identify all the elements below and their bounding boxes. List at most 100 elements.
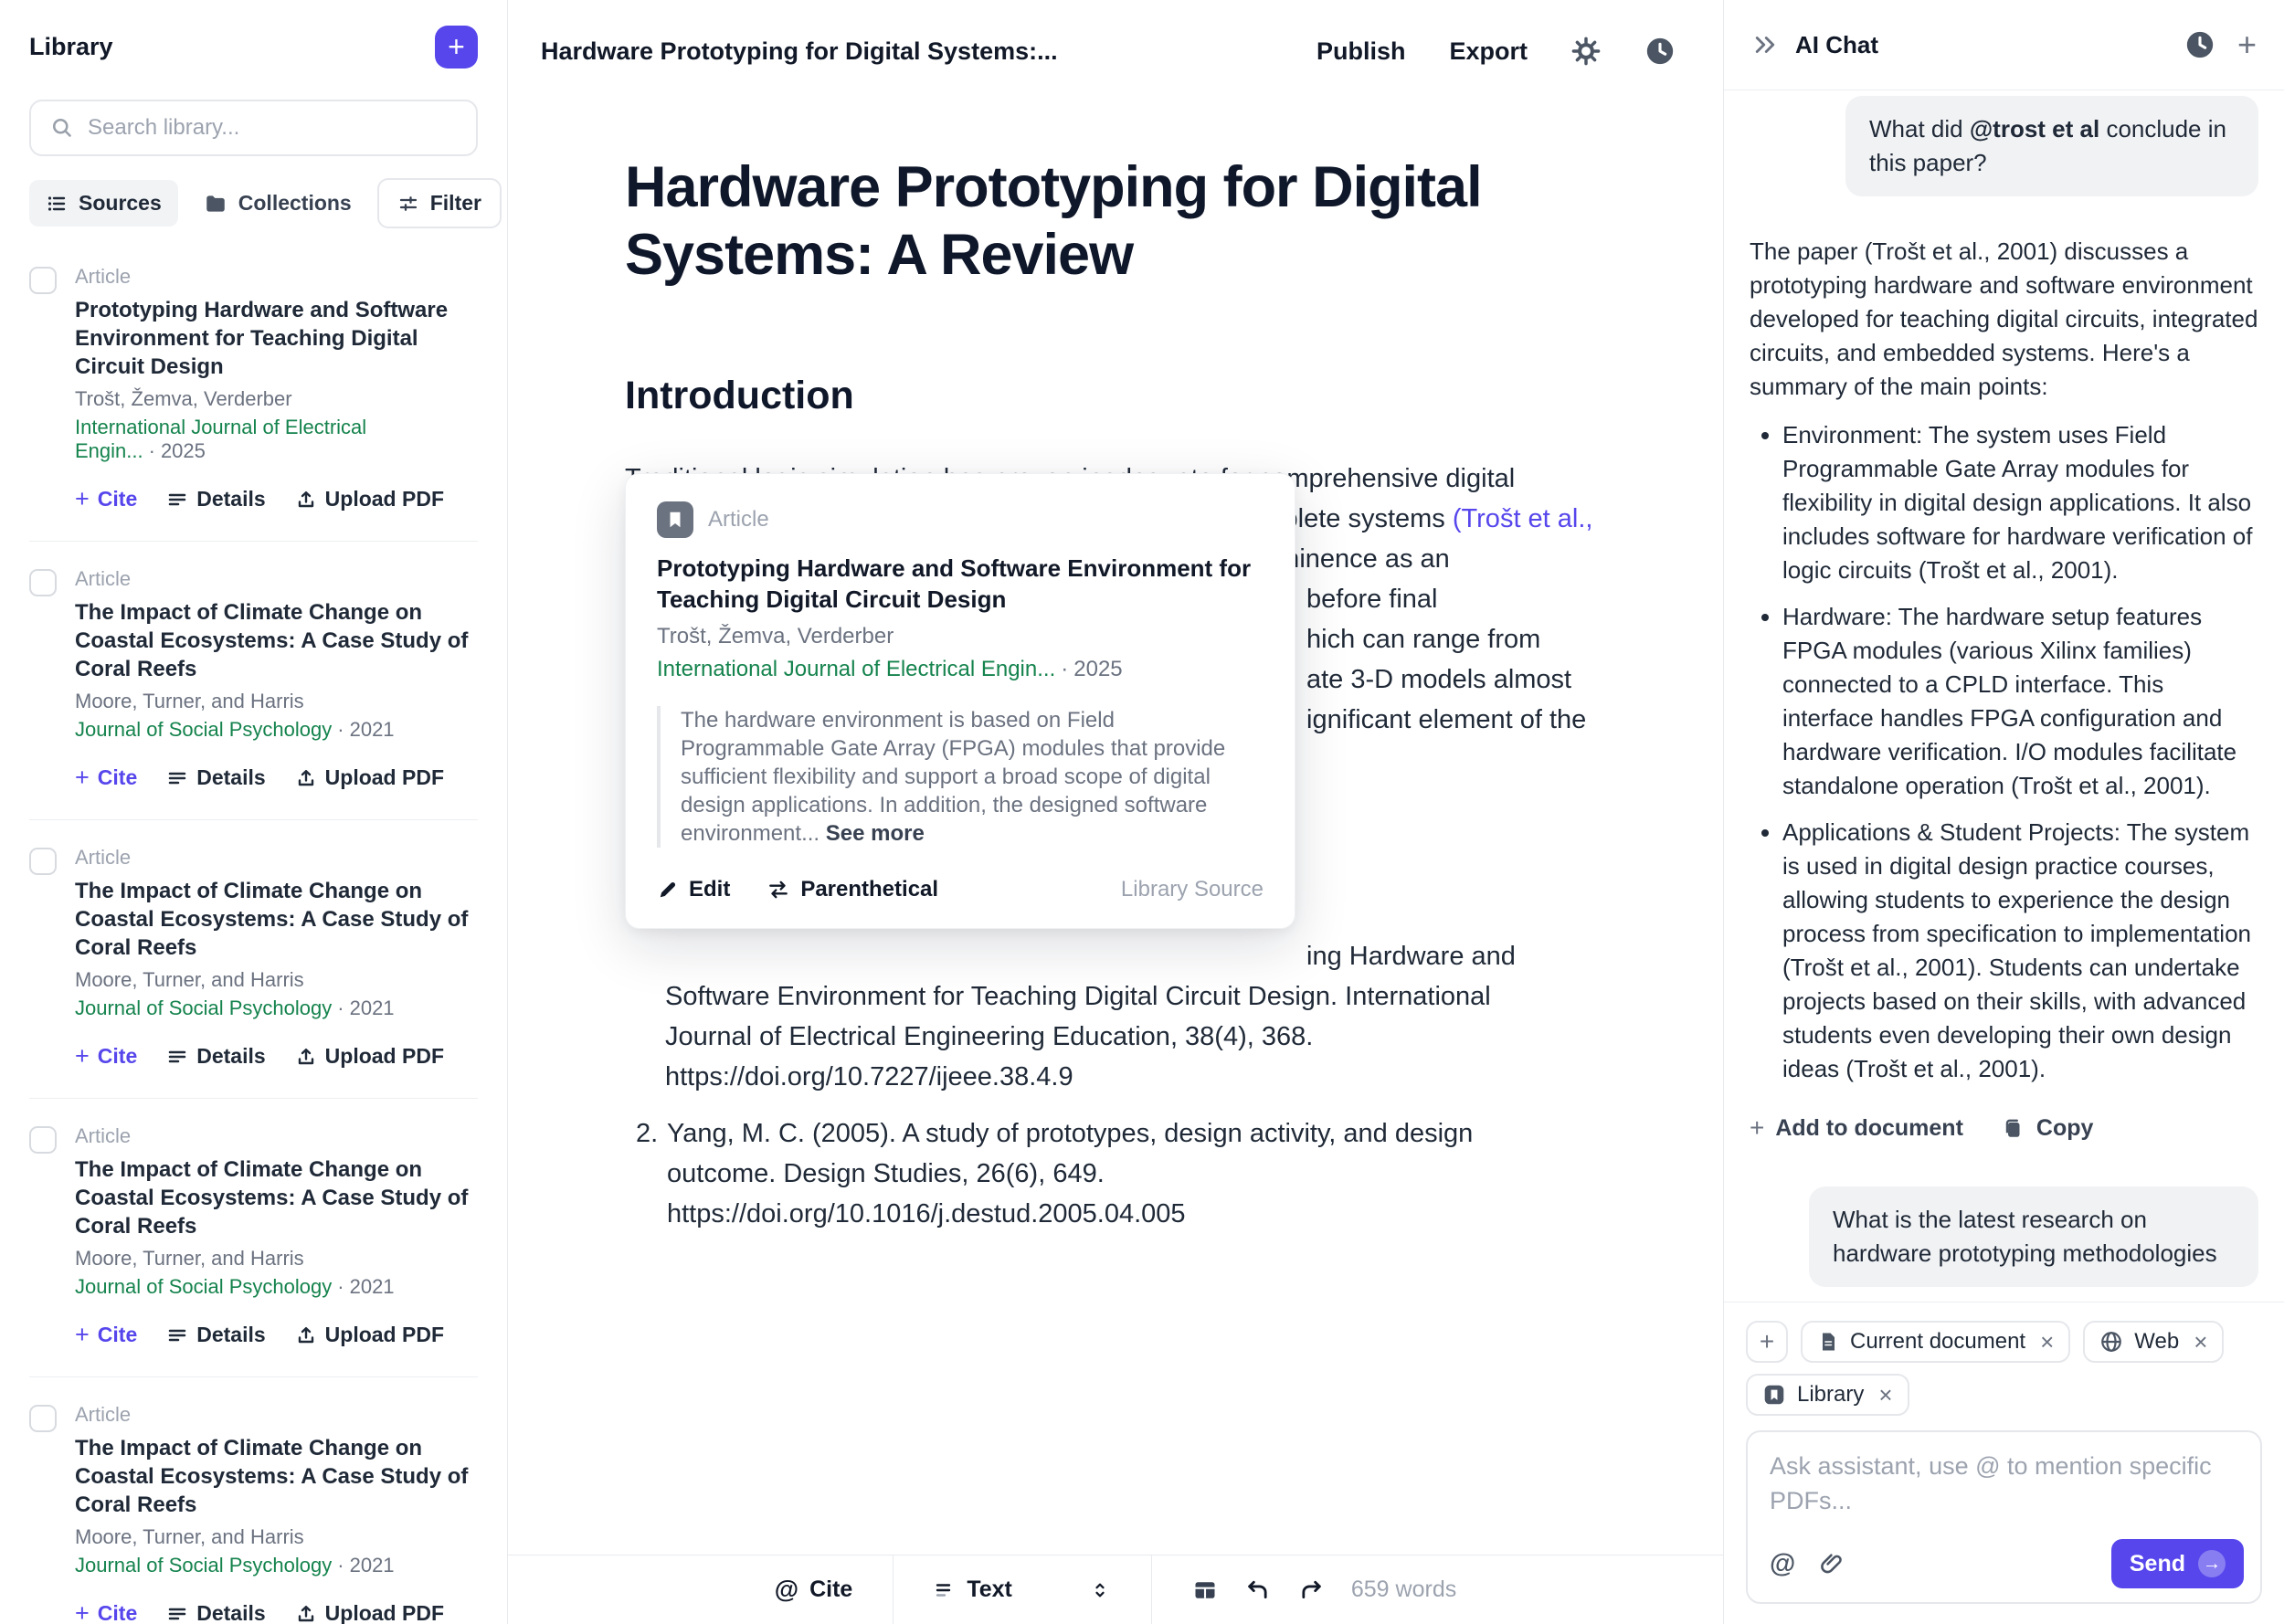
add-source-button[interactable]: + xyxy=(435,26,478,69)
text-style-dropdown[interactable]: Text xyxy=(934,1577,1111,1603)
source-authors: Moore, Turner, and Harris xyxy=(75,690,478,713)
gear-icon[interactable] xyxy=(1571,37,1601,66)
close-icon[interactable]: × xyxy=(1878,1381,1892,1409)
context-chip-library[interactable]: Library × xyxy=(1746,1374,1909,1416)
bookmark-icon xyxy=(1762,1383,1786,1407)
reference-2[interactable]: 2. Yang, M. C. (2005). A study of protot… xyxy=(636,1113,1595,1234)
upload-pdf-button[interactable]: Upload PDF xyxy=(295,765,444,790)
add-to-document-button[interactable]: + Add to document xyxy=(1750,1113,1963,1143)
search-input[interactable] xyxy=(88,115,458,141)
chat-input-box[interactable]: @ Send → xyxy=(1746,1430,2262,1604)
source-type-label: Article xyxy=(75,567,478,591)
details-icon xyxy=(166,1046,188,1068)
source-year: 2021 xyxy=(350,718,395,741)
source-type-label: Article xyxy=(75,846,478,870)
copy-icon xyxy=(2002,1116,2025,1140)
history-clock-icon[interactable] xyxy=(1644,36,1676,67)
details-button[interactable]: Details xyxy=(166,1601,265,1624)
user-message: What is the latest research on hardware … xyxy=(1809,1186,2258,1287)
source-journal[interactable]: Journal of Social Psychology xyxy=(75,997,332,1019)
context-chip-current-document[interactable]: Current document × xyxy=(1801,1321,2070,1363)
table-icon[interactable] xyxy=(1192,1577,1218,1603)
copy-button[interactable]: Copy xyxy=(2002,1115,2094,1142)
popup-abstract-quote: The hardware environment is based on Fie… xyxy=(657,706,1264,848)
tab-collections-label: Collections xyxy=(238,191,352,216)
source-year: 2021 xyxy=(350,1275,395,1298)
cite-button[interactable]: +Cite xyxy=(75,1042,137,1070)
parenthetical-toggle-button[interactable]: Parenthetical xyxy=(767,877,938,902)
source-checkbox[interactable] xyxy=(29,1405,57,1432)
details-button[interactable]: Details xyxy=(166,1323,265,1347)
upload-icon xyxy=(295,767,317,789)
source-journal[interactable]: International Journal of Electrical Engi… xyxy=(75,416,366,462)
source-checkbox[interactable] xyxy=(29,267,57,294)
list-icon xyxy=(46,193,68,215)
upload-pdf-button[interactable]: Upload PDF xyxy=(295,1044,444,1069)
filter-button[interactable]: Filter xyxy=(377,178,502,228)
dot-separator: · xyxy=(337,997,344,1019)
cite-button[interactable]: +Cite xyxy=(75,1321,137,1349)
context-chip-web[interactable]: Web × xyxy=(2083,1321,2224,1363)
details-icon xyxy=(166,489,188,511)
details-button[interactable]: Details xyxy=(166,1044,265,1069)
new-chat-button[interactable]: + xyxy=(2237,28,2257,61)
source-journal[interactable]: Journal of Social Psychology xyxy=(75,718,332,741)
source-title[interactable]: The Impact of Climate Change on Coastal … xyxy=(75,1155,478,1240)
source-checkbox[interactable] xyxy=(29,848,57,875)
tab-sources[interactable]: Sources xyxy=(29,180,178,227)
source-checkbox[interactable] xyxy=(29,569,57,596)
popup-journal[interactable]: International Journal of Electrical Engi… xyxy=(657,657,1055,681)
collapse-chevrons-icon[interactable] xyxy=(1751,31,1779,58)
section-heading[interactable]: Introduction xyxy=(625,373,1595,418)
details-button[interactable]: Details xyxy=(166,487,265,511)
source-title[interactable]: The Impact of Climate Change on Coastal … xyxy=(75,598,478,683)
ai-chat-panel: AI Chat + What did @trost et al conclude… xyxy=(1723,0,2284,1624)
plus-icon: + xyxy=(75,1599,90,1624)
source-title[interactable]: Prototyping Hardware and Software Enviro… xyxy=(75,296,478,381)
details-button[interactable]: Details xyxy=(166,765,265,790)
cite-button[interactable]: +Cite xyxy=(75,764,137,792)
bookmark-badge-icon xyxy=(657,501,693,538)
see-more-link[interactable]: See more xyxy=(826,821,925,846)
mention[interactable]: @trost et al xyxy=(1970,115,2099,142)
upload-pdf-button[interactable]: Upload PDF xyxy=(295,487,444,511)
mention-at-icon[interactable]: @ xyxy=(1770,1549,1795,1579)
upload-pdf-button[interactable]: Upload PDF xyxy=(295,1323,444,1347)
details-label: Details xyxy=(196,1601,265,1624)
tab-collections[interactable]: Collections xyxy=(204,191,352,216)
source-year: 2021 xyxy=(350,997,395,1019)
library-search[interactable] xyxy=(29,100,478,156)
send-button[interactable]: Send → xyxy=(2111,1539,2244,1588)
assistant-bullet: Environment: The system uses Field Progr… xyxy=(1782,418,2258,587)
reference-1-text[interactable]: Software Environment for Teaching Digita… xyxy=(665,976,1528,1097)
dot-separator: · xyxy=(337,718,344,741)
cite-button[interactable]: +Cite xyxy=(75,1599,137,1624)
document-title[interactable]: Hardware Prototyping for Digital Systems… xyxy=(625,153,1566,289)
add-context-button[interactable]: + xyxy=(1746,1321,1788,1363)
chat-input[interactable] xyxy=(1770,1449,2242,1540)
chat-messages[interactable]: What did @trost et al conclude in this p… xyxy=(1724,90,2284,1302)
attachment-paperclip-icon[interactable] xyxy=(1819,1551,1845,1577)
edit-citation-button[interactable]: Edit xyxy=(657,877,730,902)
export-button[interactable]: Export xyxy=(1449,37,1528,66)
publish-button[interactable]: Publish xyxy=(1316,37,1406,66)
toolbar-cite-button[interactable]: @ Cite xyxy=(775,1576,853,1604)
sliders-icon xyxy=(397,193,419,215)
source-card: Article Prototyping Hardware and Softwar… xyxy=(29,239,478,542)
editor-toolbar: @ Cite Text 659 words xyxy=(508,1555,1723,1624)
cite-button[interactable]: +Cite xyxy=(75,485,137,513)
source-title[interactable]: The Impact of Climate Change on Coastal … xyxy=(75,1434,478,1519)
close-icon[interactable]: × xyxy=(2040,1328,2054,1356)
source-title[interactable]: The Impact of Climate Change on Coastal … xyxy=(75,877,478,962)
undo-icon[interactable] xyxy=(1245,1577,1271,1603)
upload-pdf-button[interactable]: Upload PDF xyxy=(295,1601,444,1624)
chat-title: AI Chat xyxy=(1795,31,1878,59)
source-journal[interactable]: Journal of Social Psychology xyxy=(75,1275,332,1298)
redo-icon[interactable] xyxy=(1298,1577,1324,1603)
cite-label: Cite xyxy=(98,765,137,790)
popup-source-title[interactable]: Prototyping Hardware and Software Enviro… xyxy=(657,553,1264,615)
source-checkbox[interactable] xyxy=(29,1126,57,1154)
chat-history-clock-icon[interactable] xyxy=(2184,29,2215,60)
close-icon[interactable]: × xyxy=(2194,1328,2207,1356)
source-journal[interactable]: Journal of Social Psychology xyxy=(75,1554,332,1577)
